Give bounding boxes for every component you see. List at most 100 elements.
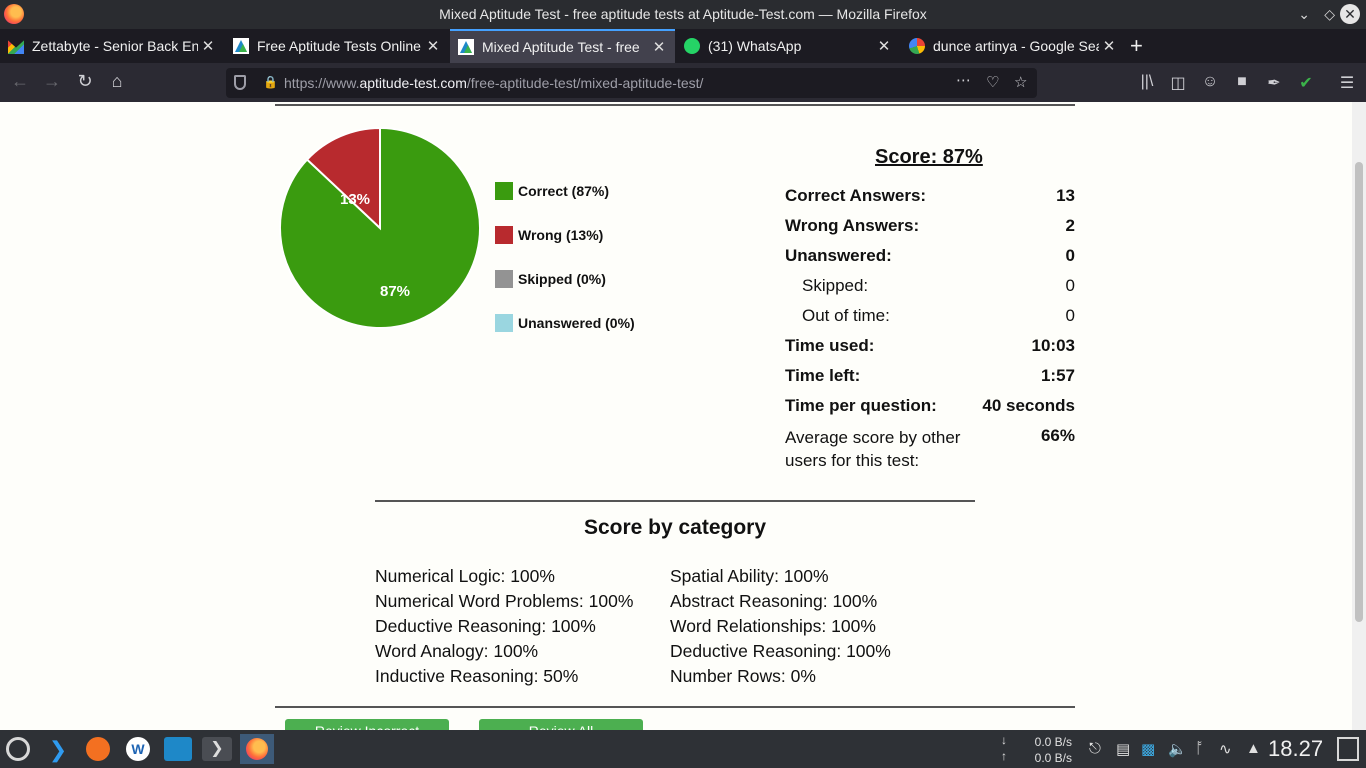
close-tab-icon[interactable]: ✕ (874, 37, 894, 55)
legend-swatch (495, 182, 513, 200)
page-actions-icon[interactable]: ⋯ (956, 71, 971, 89)
forward-icon[interactable]: → (40, 71, 64, 92)
score-row-value: 40 seconds (982, 396, 1075, 415)
new-tab-icon[interactable]: + (1130, 33, 1143, 59)
tab-free-aptitude-tests[interactable]: Free Aptitude Tests Online ✕ (225, 29, 449, 63)
aptitude-test-icon (233, 38, 249, 54)
score-row-label: Time per question: (785, 396, 937, 415)
extension-robot-icon[interactable]: ■ (1232, 73, 1252, 91)
sidebar-icon[interactable]: ◫ (1168, 73, 1188, 93)
legend-label: Correct (87%) (518, 183, 610, 199)
account-icon[interactable]: ☺ (1200, 73, 1220, 91)
tab-label: Mixed Aptitude Test - free (482, 39, 640, 55)
net-up-speed: 0.0 B/s (1034, 751, 1072, 765)
tab-label: Zettabyte - Senior Back En (32, 38, 198, 54)
update-icon[interactable]: ⎋ (1089, 740, 1101, 757)
clipboard-icon[interactable]: ▤ (1116, 740, 1130, 758)
tab-google-search[interactable]: dunce artinya - Google Sea ✕ (901, 29, 1125, 63)
close-window-button[interactable]: ✕ (1340, 4, 1360, 24)
terminal-icon[interactable]: ❯ (202, 737, 232, 761)
category-item: Deductive Reasoning: 100% (670, 641, 891, 661)
category-item: Numerical Word Problems: 100% (375, 591, 634, 611)
app-launcher-icon[interactable] (6, 737, 30, 761)
back-icon[interactable]: ← (8, 71, 32, 92)
legend-swatch (495, 270, 513, 288)
menu-hamburger-icon[interactable]: ☰ (1337, 73, 1357, 93)
volume-icon[interactable]: 🔈 (1168, 740, 1187, 758)
score-row-label: Out of time: (802, 306, 890, 325)
tracking-protection-icon[interactable] (234, 75, 246, 90)
review-all-button[interactable]: Review All (479, 719, 643, 730)
lock-icon[interactable]: 🔒 (263, 75, 278, 89)
score-row-value: 0 (1065, 276, 1075, 295)
close-tab-icon[interactable]: ✕ (198, 37, 218, 55)
tab-label: Free Aptitude Tests Online (257, 38, 421, 54)
score-row-value: 0 (1065, 246, 1075, 265)
vscode-icon[interactable]: ❯ (46, 737, 70, 762)
score-row-value: 2 (1065, 216, 1075, 235)
page-content: 87% 13% Correct (87%) Wrong (13%) Skippe… (0, 102, 1352, 730)
close-tab-icon[interactable]: ✕ (1099, 37, 1119, 55)
url-text[interactable]: https://www.aptitude-test.com/free-aptit… (284, 75, 703, 91)
whatsapp-icon (684, 38, 700, 54)
gmail-icon (8, 40, 24, 54)
minimize-icon[interactable]: ⌄ (1298, 6, 1310, 23)
score-row-label: Correct Answers: (785, 186, 927, 205)
pocket-icon[interactable]: ♡ (986, 73, 999, 91)
score-row-label: Average score by other users for this tes… (785, 428, 961, 470)
score-row-label: Time left: (785, 366, 861, 385)
category-item: Abstract Reasoning: 100% (670, 591, 878, 611)
notifications-icon[interactable]: ▩ (1141, 740, 1155, 758)
taskbar: ❯ W ❯ ↓ ↑ 0.0 B/s 0.0 B/s ⎋ ▤ ▩ 🔈 ᚩ ∿ ▲ … (0, 730, 1366, 768)
legend-unanswered: Unanswered (0%) (495, 314, 635, 332)
close-tab-icon[interactable]: ✕ (649, 38, 669, 56)
score-row-label: Time used: (785, 336, 875, 355)
score-row-label: Wrong Answers: (785, 216, 920, 235)
clock[interactable]: 18.27 (1268, 736, 1323, 762)
tab-whatsapp[interactable]: (31) WhatsApp ✕ (676, 29, 900, 63)
tab-label: dunce artinya - Google Sea (933, 38, 1099, 54)
score-row-average: Average score by other users for this tes… (785, 426, 1075, 472)
result-pie-chart: 87% 13% (279, 126, 481, 329)
legend-swatch (495, 226, 513, 244)
close-tab-icon[interactable]: ✕ (423, 37, 443, 55)
pie-label-wrong: 13% (340, 191, 370, 208)
url-bar[interactable]: 🔒 https://www.aptitude-test.com/free-apt… (226, 68, 1037, 98)
category-item: Inductive Reasoning: 50% (375, 666, 579, 686)
tab-strip: Zettabyte - Senior Back En ✕ Free Aptitu… (0, 29, 1366, 63)
home-icon[interactable]: ⌂ (105, 71, 129, 92)
aptitude-test-icon (458, 39, 474, 55)
score-row-value: 0 (1065, 306, 1075, 325)
wifi-icon[interactable]: ∿ (1219, 740, 1232, 758)
divider (275, 104, 1075, 106)
bookmark-star-icon[interactable]: ☆ (1014, 73, 1027, 91)
reload-icon[interactable]: ↻ (73, 71, 97, 92)
bluetooth-icon[interactable]: ᚩ (1195, 740, 1204, 757)
tray-expand-icon[interactable]: ▲ (1246, 740, 1261, 757)
score-row-label: Unanswered: (785, 246, 892, 265)
pie-label-correct: 87% (380, 283, 410, 300)
firefox-icon (246, 738, 268, 760)
category-item: Numerical Logic: 100% (375, 566, 555, 586)
legend-correct: Correct (87%) (495, 182, 609, 200)
score-row-value: 1:57 (1040, 366, 1075, 385)
tab-label: (31) WhatsApp (708, 38, 802, 54)
scrollbar-thumb[interactable] (1355, 162, 1363, 622)
file-manager-icon[interactable] (164, 737, 192, 761)
extension-shield-icon[interactable]: ✔ (1296, 73, 1316, 93)
library-icon[interactable]: ||\ (1137, 73, 1157, 91)
net-down-speed: 0.0 B/s (1034, 735, 1072, 749)
network-speed: 0.0 B/s 0.0 B/s (1002, 734, 1072, 766)
maximize-icon[interactable]: ◇ (1324, 6, 1335, 23)
extension-feather-icon[interactable]: ✒ (1264, 73, 1284, 93)
postman-icon[interactable] (86, 737, 110, 761)
category-item: Word Relationships: 100% (670, 616, 876, 636)
tab-mixed-aptitude-test[interactable]: Mixed Aptitude Test - free ✕ (450, 29, 675, 63)
category-item: Deductive Reasoning: 100% (375, 616, 596, 636)
tab-zettabyte[interactable]: Zettabyte - Senior Back En ✕ (0, 29, 224, 63)
show-desktop-icon[interactable] (1337, 737, 1359, 761)
page-scrollbar[interactable] (1352, 102, 1366, 730)
review-incorrect-button[interactable]: Review Incorrect (285, 719, 449, 730)
taskbar-firefox-active[interactable] (240, 734, 274, 764)
word-processor-icon[interactable]: W (126, 737, 150, 761)
